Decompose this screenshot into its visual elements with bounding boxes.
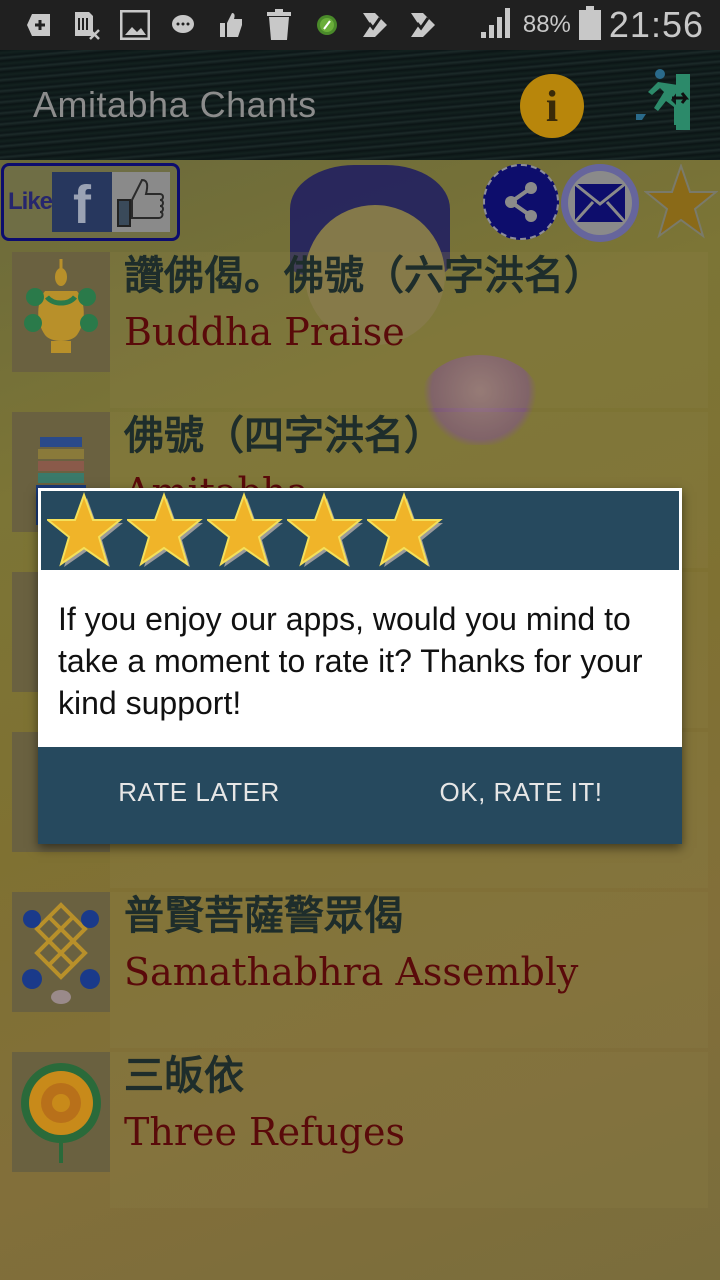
app-title: Amitabha Chants xyxy=(33,84,317,125)
treasure-vase-icon xyxy=(12,252,110,372)
check-flag-icon xyxy=(408,10,438,40)
facebook-like-button[interactable]: Like f xyxy=(1,163,180,241)
rating-star-icon[interactable] xyxy=(47,491,123,570)
rating-star-icon[interactable] xyxy=(207,491,283,570)
rate-later-button[interactable]: RATE LATER xyxy=(38,747,360,844)
thumbs-up-icon xyxy=(216,10,246,40)
star-icon xyxy=(643,162,719,239)
share-icon xyxy=(505,182,537,222)
battery-icon xyxy=(578,5,601,45)
add-icon xyxy=(24,10,54,40)
item-title-en: Buddha Praise xyxy=(124,310,405,354)
exit-icon xyxy=(636,69,690,130)
item-title-zh: 佛號（四字洪名） xyxy=(124,413,444,459)
green-app-icon xyxy=(312,10,342,40)
favorite-button[interactable] xyxy=(643,162,719,240)
endless-knot-icon xyxy=(12,892,110,1012)
flower-icon xyxy=(12,1052,110,1172)
mail-icon xyxy=(575,184,625,222)
chat-icon xyxy=(168,10,198,40)
rating-star-icon[interactable] xyxy=(367,491,443,570)
rating-star-icon[interactable] xyxy=(287,491,363,570)
share-button[interactable] xyxy=(483,164,559,240)
status-bar: 88% 21:56 xyxy=(0,0,720,50)
item-title-zh: 三皈依 xyxy=(124,1053,244,1099)
facebook-icon: f xyxy=(52,172,113,232)
dialog-buttons: RATE LATER OK, RATE IT! xyxy=(38,747,682,844)
battery-percent: 88% xyxy=(522,11,571,38)
item-title-en: Samathabhra Assembly xyxy=(124,950,579,994)
list-item[interactable]: 三皈依 Three Refuges xyxy=(12,1052,708,1208)
notification-icons xyxy=(24,9,438,40)
dialog-message: If you enjoy our apps, would you mind to… xyxy=(58,601,643,721)
exit-button[interactable] xyxy=(632,68,698,136)
list-item[interactable]: 普賢菩薩警眾偈 Samathabhra Assembly xyxy=(12,892,708,1048)
thumbs-up-icon xyxy=(112,172,171,232)
signal-icon xyxy=(479,7,515,43)
rate-app-dialog: If you enjoy our apps, would you mind to… xyxy=(38,488,682,844)
info-icon: i xyxy=(545,81,559,131)
item-title-en: Three Refuges xyxy=(124,1110,405,1154)
rating-stars xyxy=(38,488,682,570)
rating-star-icon[interactable] xyxy=(127,491,203,570)
info-button[interactable]: i xyxy=(520,74,584,138)
clock: 21:56 xyxy=(608,4,704,45)
email-button[interactable] xyxy=(561,164,639,242)
item-title-zh: 讚佛偈。佛號（六字洪名） xyxy=(124,253,604,299)
dialog-body: If you enjoy our apps, would you mind to… xyxy=(38,570,682,747)
like-label: Like xyxy=(8,188,53,215)
rate-now-button[interactable]: OK, RATE IT! xyxy=(360,747,682,844)
app-bar: Amitabha Chants i xyxy=(0,50,720,160)
gallery-icon xyxy=(120,10,150,40)
item-title-zh: 普賢菩薩警眾偈 xyxy=(124,893,404,939)
sim-error-icon xyxy=(72,10,102,40)
list-item[interactable]: 讚佛偈。佛號（六字洪名） Buddha Praise xyxy=(12,252,708,408)
trash-icon xyxy=(264,9,294,40)
check-flag-icon xyxy=(360,10,390,40)
